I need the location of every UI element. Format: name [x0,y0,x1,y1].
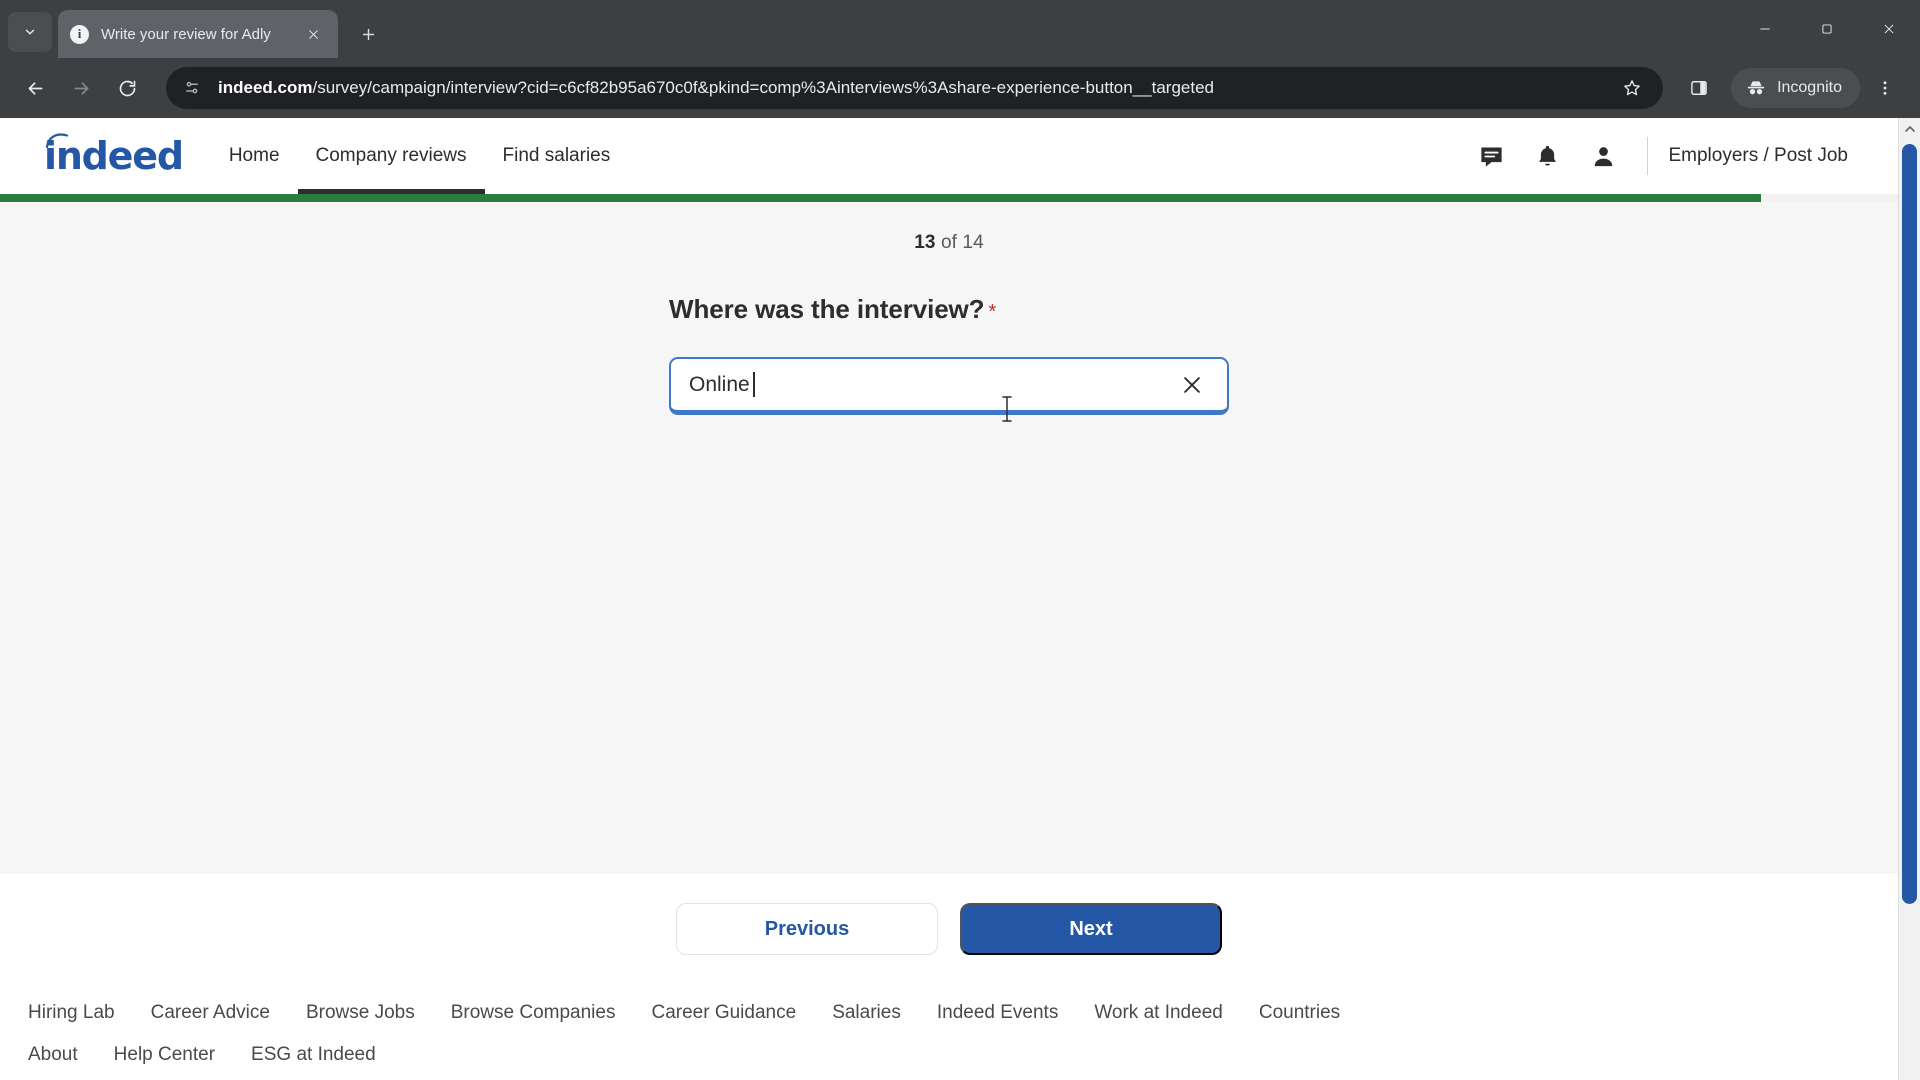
step-counter: 13 of 14 [0,232,1898,254]
arrow-right-icon [74,81,88,95]
mouse-text-cursor-icon [1002,396,1012,422]
nav-link-company-reviews[interactable]: Company reviews [297,118,485,194]
back-button[interactable] [14,67,56,109]
footer-link-1[interactable]: Career Advice [151,994,270,1032]
kebab-menu-icon [1883,81,1887,95]
chevron-down-icon [25,29,35,35]
browser-toolbar: indeed.com/survey/campaign/interview?cid… [0,58,1920,118]
account-icon[interactable] [1575,128,1631,184]
answer-input[interactable]: Online [669,357,1229,415]
url-path: /survey/campaign/interview?cid=c6cf82b95… [312,78,1214,97]
url-domain: indeed.com [218,78,313,97]
window-controls [1734,0,1920,58]
footer-link-secondary-0[interactable]: About [28,1036,78,1074]
site-nav: Home Company reviews Find salaries [211,118,628,194]
maximize-button[interactable] [1796,0,1858,58]
messages-icon[interactable] [1463,128,1519,184]
header-divider [1647,137,1649,175]
reload-button[interactable] [106,67,148,109]
notifications-icon[interactable] [1519,128,1575,184]
nav-link-find-salaries[interactable]: Find salaries [485,118,629,194]
minimize-button[interactable] [1734,0,1796,58]
close-icon [1184,376,1200,393]
tab-search-button[interactable] [8,12,52,52]
footer-link-4[interactable]: Career Guidance [651,994,796,1032]
scrollbar-thumb[interactable] [1902,144,1917,904]
question-block: Where was the interview? * Online [669,294,1229,422]
step-total: 14 [962,232,984,253]
next-button[interactable]: Next [960,903,1222,955]
chrome-menu-button[interactable] [1864,67,1906,109]
tab-close-button[interactable] [300,21,326,47]
indeed-logo[interactable]: indeed [44,133,184,175]
browser-tab[interactable]: i Write your review for Adly [58,10,338,58]
incognito-indicator[interactable]: Incognito [1731,68,1860,108]
answer-input-value: Online [689,372,755,397]
header-actions: Employers / Post Job [1463,128,1852,184]
step-separator: of [935,232,963,253]
page-scrollbar[interactable] [1898,118,1920,1080]
footer-link-3[interactable]: Browse Companies [451,994,616,1032]
close-icon [308,29,318,39]
info-icon: i [70,24,89,44]
close-window-button[interactable] [1858,0,1920,58]
employers-post-job-link[interactable]: Employers / Post Job [1664,145,1852,167]
indeed-survey-page: indeed Home Company reviews Find salarie… [0,118,1898,1080]
maximize-icon [1822,24,1832,34]
side-panel-icon [1691,81,1707,95]
tab-strip: i Write your review for Adly [0,0,1920,58]
footer-link-secondary-1[interactable]: Help Center [114,1036,215,1074]
site-settings-icon[interactable] [182,78,202,98]
survey-navigation: Previous Next [0,874,1898,984]
question-text: Where was the interview? [669,294,985,324]
arrow-left-icon [28,81,42,95]
previous-button[interactable]: Previous [676,903,938,955]
minimize-icon [1760,28,1770,30]
clear-input-button[interactable] [1175,368,1209,402]
question-title: Where was the interview? * [669,294,1229,325]
plus-icon [362,28,374,40]
scroll-up-button[interactable] [1899,118,1920,140]
footer-link-0[interactable]: Hiring Lab [28,994,115,1032]
reload-icon [119,80,135,96]
required-marker: * [988,301,997,323]
footer-links-primary: Hiring Lab Career Advice Browse Jobs Browse… [28,994,1870,1036]
footer-link-secondary-2[interactable]: ESG at Indeed [251,1036,376,1074]
page-viewport: indeed Home Company reviews Find salarie… [0,118,1920,1080]
site-footer: Hiring Lab Career Advice Browse Jobs Browse… [0,984,1898,1080]
tab-title: Write your review for Adly [101,25,271,43]
footer-link-6[interactable]: Indeed Events [937,994,1058,1032]
close-icon [1884,24,1894,34]
address-bar[interactable]: indeed.com/survey/campaign/interview?cid… [166,67,1664,109]
step-current: 13 [914,232,936,253]
browser-window: i Write your review for Adly indeed.com/… [0,0,1920,1080]
forward-button[interactable] [60,67,102,109]
answer-field-wrapper: Online [669,357,1229,422]
survey-content: 13 of 14 Where was the interview? * Onlin… [0,202,1898,874]
footer-link-5[interactable]: Salaries [832,994,901,1032]
nav-link-home[interactable]: Home [211,118,298,194]
new-tab-button[interactable] [350,16,386,52]
survey-progress-fill [0,194,1762,202]
site-header: indeed Home Company reviews Find salarie… [0,118,1898,194]
answer-input-text: Online [689,372,750,396]
url-text: indeed.com/survey/campaign/interview?cid… [218,78,1615,98]
survey-progress-bar [0,194,1898,202]
incognito-label: Incognito [1777,79,1842,96]
chevron-up-icon [1904,125,1915,132]
star-icon [1624,80,1640,96]
incognito-icon [1747,81,1765,95]
footer-links-secondary: About Help Center ESG at Indeed [28,1036,1870,1080]
bookmark-button[interactable] [1615,71,1649,105]
side-panel-button[interactable] [1677,67,1721,109]
footer-link-2[interactable]: Browse Jobs [306,994,415,1032]
text-caret [752,372,755,397]
footer-link-8[interactable]: Countries [1259,994,1340,1032]
logo-arc-icon [45,133,69,148]
footer-link-7[interactable]: Work at Indeed [1094,994,1223,1032]
